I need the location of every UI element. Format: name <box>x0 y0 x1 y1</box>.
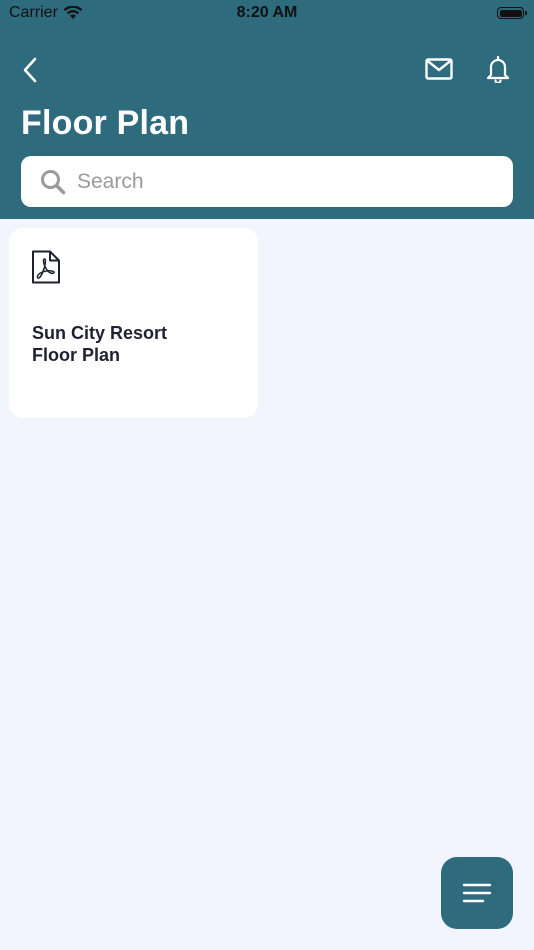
document-title: Sun City Resort Floor Plan <box>32 323 168 365</box>
menu-icon <box>462 883 492 903</box>
header: Carrier 8:20 AM Floor Plan <box>0 0 534 219</box>
search-input[interactable] <box>75 168 499 195</box>
messages-button[interactable] <box>422 52 456 86</box>
document-card[interactable]: Sun City Resort Floor Plan <box>9 228 258 418</box>
pdf-file-icon <box>32 250 60 284</box>
back-button[interactable] <box>14 54 46 86</box>
envelope-icon <box>425 58 453 80</box>
status-bar: Carrier 8:20 AM <box>0 0 534 28</box>
search-bar[interactable] <box>21 156 513 207</box>
chevron-left-icon <box>23 57 37 83</box>
status-time: 8:20 AM <box>236 4 298 21</box>
battery-icon <box>497 7 527 19</box>
menu-button[interactable] <box>441 857 513 929</box>
bell-icon <box>486 55 510 83</box>
page-title: Floor Plan <box>21 104 190 142</box>
notifications-button[interactable] <box>481 52 515 86</box>
search-icon <box>39 168 67 196</box>
